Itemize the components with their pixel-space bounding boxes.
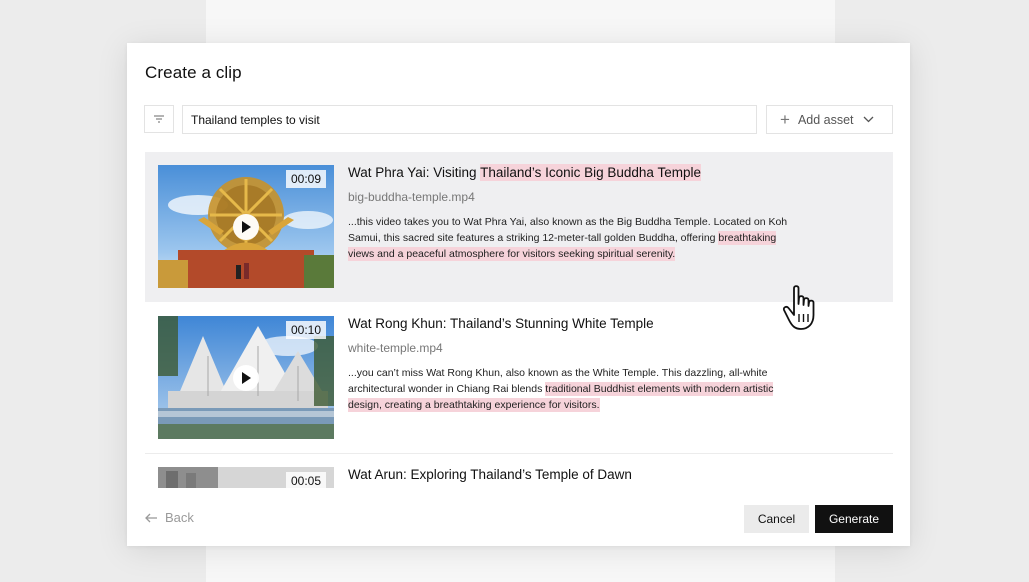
- video-thumbnail[interactable]: 00:05: [158, 467, 334, 488]
- modal-title: Create a clip: [145, 63, 242, 82]
- chevron-down-icon: [863, 116, 874, 123]
- filter-button[interactable]: [144, 105, 174, 133]
- hand-pointer-cursor-icon: [780, 284, 826, 332]
- arrow-left-icon: [145, 513, 157, 523]
- result-row-wat-arun[interactable]: 00:05 Wat Arun: Exploring Thailand’s Tem…: [145, 454, 893, 488]
- result-title[interactable]: Wat Phra Yai: Visiting Thailand’s Iconic…: [348, 164, 701, 181]
- add-asset-label: Add asset: [797, 112, 854, 127]
- result-filename: big-buddha-temple.mp4: [348, 190, 475, 204]
- search-input[interactable]: [182, 105, 757, 134]
- play-icon[interactable]: [233, 365, 259, 391]
- result-row-big-buddha[interactable]: 00:09 Wat Phra Yai: Visiting Thailand’s …: [145, 152, 893, 302]
- play-icon[interactable]: [233, 214, 259, 240]
- duration-badge: 00:05: [285, 472, 326, 488]
- result-filename: white-temple.mp4: [348, 341, 443, 355]
- duration-badge: 00:10: [285, 321, 326, 339]
- filter-icon: [154, 115, 164, 123]
- plus-icon: +: [780, 110, 790, 129]
- add-asset-dropdown[interactable]: + Add asset: [766, 105, 893, 134]
- back-label: Back: [165, 510, 194, 525]
- back-button[interactable]: Back: [145, 510, 194, 525]
- title-highlight: Thailand’s Iconic Big Buddha Temple: [480, 164, 701, 181]
- cancel-button[interactable]: Cancel: [744, 505, 809, 533]
- video-thumbnail[interactable]: 00:09: [158, 165, 334, 288]
- result-description: ...you can’t miss Wat Rong Khun, also kn…: [348, 365, 788, 414]
- duration-badge: 00:09: [285, 170, 326, 188]
- generate-button[interactable]: Generate: [815, 505, 893, 533]
- result-title[interactable]: Wat Rong Khun: Thailand’s Stunning White…: [348, 316, 654, 331]
- result-title[interactable]: Wat Arun: Exploring Thailand’s Temple of…: [348, 467, 632, 482]
- video-thumbnail[interactable]: 00:10: [158, 316, 334, 439]
- title-text: Wat Phra Yai: Visiting: [348, 165, 481, 180]
- result-description: ...this video takes you to Wat Phra Yai,…: [348, 214, 788, 263]
